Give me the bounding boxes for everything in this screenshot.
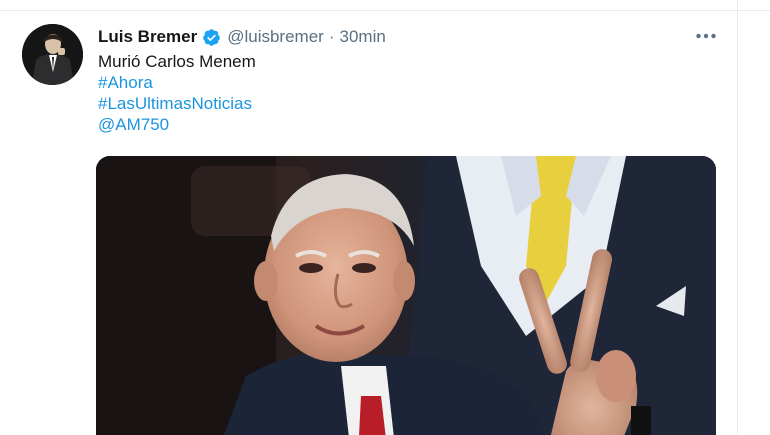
hashtag-lasultimasnoticias[interactable]: #LasUltimasNoticias xyxy=(98,93,256,114)
display-name[interactable]: Luis Bremer xyxy=(98,27,197,47)
avatar-image xyxy=(22,24,83,85)
avatar[interactable] xyxy=(22,24,83,85)
mention-am750[interactable]: @AM750 xyxy=(98,114,256,135)
handle[interactable]: @luisbremer xyxy=(227,27,324,47)
timestamp[interactable]: 30min xyxy=(340,27,386,47)
separator-dot: · xyxy=(328,27,335,46)
verified-badge-icon xyxy=(202,28,221,47)
photo-image xyxy=(96,156,716,435)
tweet-body: Murió Carlos Menem xyxy=(98,52,256,71)
hashtag-ahora[interactable]: #Ahora xyxy=(98,72,256,93)
tweet-media-photo[interactable] xyxy=(96,156,716,435)
tweet-text: Murió Carlos Menem #Ahora #LasUltimasNot… xyxy=(98,51,256,135)
more-options-icon[interactable] xyxy=(694,28,718,44)
tweet-header: Luis Bremer @luisbremer · 30min xyxy=(98,26,386,48)
tweet-card: Luis Bremer @luisbremer · 30min Murió Ca… xyxy=(0,0,770,435)
top-divider xyxy=(0,0,770,11)
right-divider xyxy=(737,0,738,435)
